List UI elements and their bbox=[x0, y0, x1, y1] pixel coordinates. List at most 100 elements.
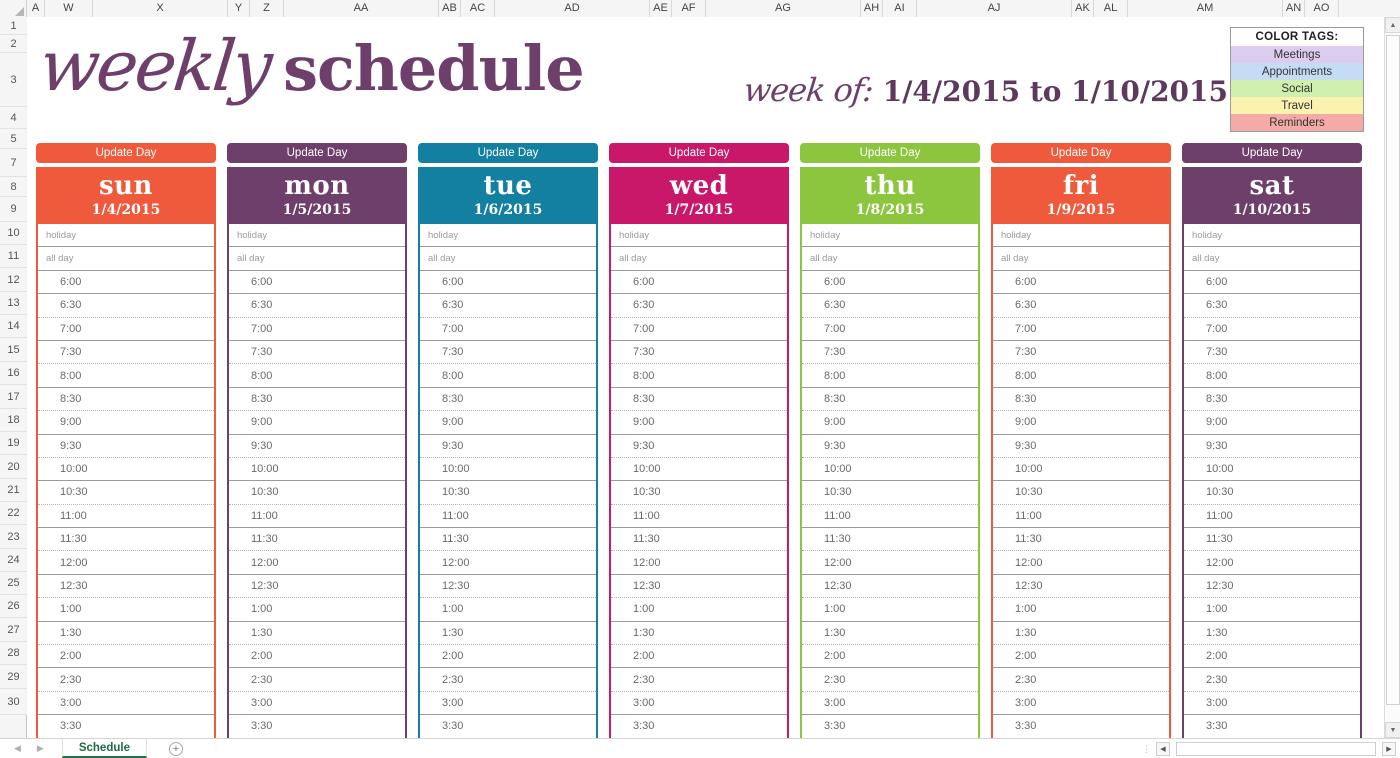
row-header-26[interactable]: 26 bbox=[0, 595, 27, 618]
time-slot-cell[interactable]: 11:00 bbox=[611, 505, 787, 529]
time-slot-cell[interactable]: 11:30 bbox=[1184, 528, 1360, 552]
time-slot-cell[interactable]: 3:00 bbox=[420, 692, 596, 716]
time-slot-cell[interactable]: 11:30 bbox=[38, 528, 214, 552]
time-slot-cell[interactable]: 7:30 bbox=[229, 341, 405, 365]
time-slot-cell[interactable]: 7:00 bbox=[993, 318, 1169, 341]
time-slot-cell[interactable]: 3:00 bbox=[1184, 692, 1360, 716]
row-header-1[interactable]: 1 bbox=[0, 17, 27, 35]
column-header-ai[interactable]: AI bbox=[883, 0, 917, 17]
time-slot-cell[interactable]: 6:00 bbox=[1184, 271, 1360, 295]
row-header-13[interactable]: 13 bbox=[0, 292, 27, 315]
column-header-ab[interactable]: AB bbox=[439, 0, 461, 17]
time-slot-cell[interactable]: 10:30 bbox=[1184, 481, 1360, 505]
time-slot-cell[interactable]: 9:30 bbox=[1184, 435, 1360, 458]
time-slot-cell[interactable]: 2:00 bbox=[993, 645, 1169, 669]
time-slot-cell[interactable]: 9:30 bbox=[802, 435, 978, 458]
time-slot-cell[interactable]: 11:00 bbox=[38, 505, 214, 529]
column-header-an[interactable]: AN bbox=[1283, 0, 1305, 17]
column-header-ak[interactable]: AK bbox=[1072, 0, 1094, 17]
time-slot-cell[interactable]: 2:00 bbox=[229, 645, 405, 669]
time-slot-cell[interactable]: 3:00 bbox=[993, 692, 1169, 716]
time-slot-cell[interactable]: all day bbox=[1184, 247, 1360, 271]
row-header-25[interactable]: 25 bbox=[0, 572, 27, 595]
time-slot-cell[interactable]: 12:30 bbox=[38, 575, 214, 599]
time-slot-cell[interactable]: 3:00 bbox=[802, 692, 978, 716]
time-slot-cell[interactable]: 11:30 bbox=[420, 528, 596, 552]
time-slot-cell[interactable]: 9:30 bbox=[611, 435, 787, 458]
time-slot-cell[interactable]: 8:30 bbox=[1184, 388, 1360, 412]
row-header-16[interactable]: 16 bbox=[0, 362, 27, 385]
row-header-29[interactable]: 29 bbox=[0, 665, 27, 689]
time-slot-cell[interactable]: 11:00 bbox=[229, 505, 405, 529]
time-slot-cell[interactable]: 1:00 bbox=[1184, 598, 1360, 622]
row-header-18[interactable]: 18 bbox=[0, 409, 27, 432]
time-slot-cell[interactable]: 1:00 bbox=[993, 598, 1169, 622]
time-slot-cell[interactable]: holiday bbox=[229, 224, 405, 248]
time-slot-cell[interactable]: 12:00 bbox=[229, 551, 405, 575]
time-slot-cell[interactable]: 11:00 bbox=[802, 505, 978, 529]
time-slot-cell[interactable]: 11:00 bbox=[993, 505, 1169, 529]
time-slot-cell[interactable]: 6:00 bbox=[38, 271, 214, 295]
time-slot-cell[interactable]: 1:00 bbox=[229, 598, 405, 622]
row-header-23[interactable]: 23 bbox=[0, 525, 27, 549]
time-slot-cell[interactable]: 1:30 bbox=[993, 622, 1169, 646]
time-slot-cell[interactable]: 7:30 bbox=[1184, 341, 1360, 365]
time-slot-cell[interactable]: 6:00 bbox=[420, 271, 596, 295]
row-header-4[interactable]: 4 bbox=[0, 107, 27, 129]
split-grip-icon[interactable]: ⋮ bbox=[1142, 744, 1151, 755]
time-slot-cell[interactable]: 3:00 bbox=[38, 692, 214, 716]
time-slot-cell[interactable]: 12:30 bbox=[1184, 575, 1360, 599]
time-slot-cell[interactable]: 2:30 bbox=[802, 668, 978, 692]
row-header-11[interactable]: 11 bbox=[0, 245, 27, 268]
time-slot-cell[interactable]: all day bbox=[993, 247, 1169, 271]
column-header-ac[interactable]: AC bbox=[461, 0, 495, 17]
column-header-ad[interactable]: AD bbox=[495, 0, 650, 17]
time-slot-cell[interactable]: holiday bbox=[802, 224, 978, 248]
time-slot-cell[interactable]: all day bbox=[38, 247, 214, 271]
time-slot-cell[interactable]: 12:00 bbox=[420, 551, 596, 575]
time-slot-cell[interactable]: 8:30 bbox=[802, 388, 978, 412]
time-slot-cell[interactable]: 6:30 bbox=[802, 294, 978, 318]
time-slot-cell[interactable]: 7:00 bbox=[802, 318, 978, 341]
sheet-tab-schedule[interactable]: Schedule bbox=[61, 739, 147, 758]
time-slot-cell[interactable]: 2:30 bbox=[38, 668, 214, 692]
horizontal-scrollbar[interactable]: ⋮ ◀ ▶ bbox=[1142, 742, 1396, 756]
column-header-ag[interactable]: AG bbox=[706, 0, 861, 17]
time-slot-cell[interactable]: 11:30 bbox=[993, 528, 1169, 552]
time-slot-cell[interactable]: 1:00 bbox=[38, 598, 214, 622]
time-slot-cell[interactable]: 3:00 bbox=[611, 692, 787, 716]
time-slot-cell[interactable]: 2:00 bbox=[38, 645, 214, 669]
time-slot-cell[interactable]: 10:00 bbox=[1184, 458, 1360, 482]
time-slot-cell[interactable]: 1:00 bbox=[420, 598, 596, 622]
triangle-right-icon[interactable]: ▶ bbox=[37, 743, 44, 754]
row-header-30[interactable]: 30 bbox=[0, 689, 27, 715]
time-slot-cell[interactable]: holiday bbox=[993, 224, 1169, 248]
row-header-12[interactable]: 12 bbox=[0, 268, 27, 292]
update-day-button-sat[interactable]: Update Day bbox=[1182, 143, 1362, 163]
time-slot-cell[interactable]: 2:00 bbox=[1184, 645, 1360, 669]
time-slot-cell[interactable]: 12:30 bbox=[229, 575, 405, 599]
scroll-down-icon[interactable]: ▼ bbox=[1385, 722, 1400, 738]
time-slot-cell[interactable]: 2:00 bbox=[611, 645, 787, 669]
time-slot-cell[interactable]: 6:00 bbox=[229, 271, 405, 295]
time-slot-cell[interactable]: 12:00 bbox=[802, 551, 978, 575]
time-slot-cell[interactable]: 8:30 bbox=[611, 388, 787, 412]
column-header-aa[interactable]: AA bbox=[284, 0, 439, 17]
sheet-nav-arrows[interactable]: ◀ ▶ bbox=[14, 743, 44, 754]
update-day-button-fri[interactable]: Update Day bbox=[991, 143, 1171, 163]
time-slot-cell[interactable]: 12:00 bbox=[611, 551, 787, 575]
row-header-8[interactable]: 8 bbox=[0, 177, 27, 197]
time-slot-cell[interactable]: 7:30 bbox=[802, 341, 978, 365]
time-slot-cell[interactable]: 10:00 bbox=[229, 458, 405, 482]
time-slot-cell[interactable]: 12:30 bbox=[802, 575, 978, 599]
time-slot-cell[interactable]: 3:30 bbox=[611, 715, 787, 738]
time-slot-cell[interactable]: all day bbox=[611, 247, 787, 271]
time-slot-cell[interactable]: 1:30 bbox=[229, 622, 405, 646]
time-slot-cell[interactable]: 8:30 bbox=[38, 388, 214, 412]
column-header-ap[interactable]: AP bbox=[1339, 0, 1400, 17]
time-slot-cell[interactable]: 9:00 bbox=[420, 411, 596, 435]
time-slot-cell[interactable]: 2:30 bbox=[993, 668, 1169, 692]
time-slot-cell[interactable]: 9:30 bbox=[993, 435, 1169, 458]
time-slot-cell[interactable]: 8:00 bbox=[802, 364, 978, 388]
time-slot-cell[interactable]: 9:00 bbox=[38, 411, 214, 435]
